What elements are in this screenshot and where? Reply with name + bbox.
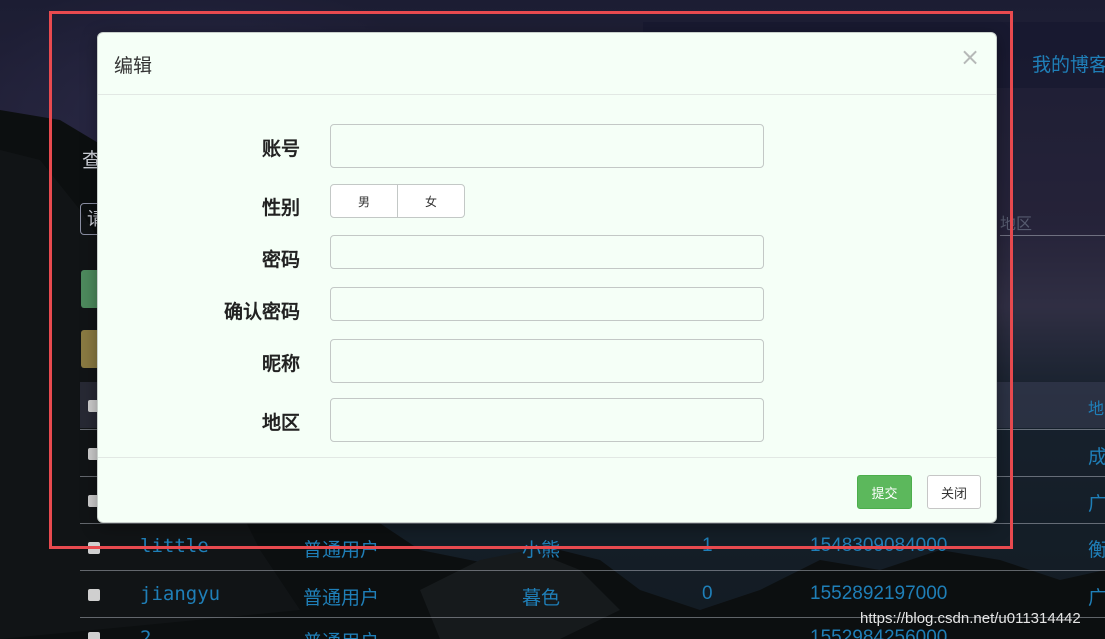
submit-button[interactable]: 提交: [857, 475, 912, 509]
cell-region: 成: [1088, 446, 1105, 468]
cell-id: 1552984256000: [810, 627, 948, 639]
cell-role: 普通用户: [303, 587, 380, 609]
gender-male-button[interactable]: 男: [331, 185, 397, 217]
password-input[interactable]: [330, 235, 764, 269]
cell-region: 广: [1088, 493, 1105, 515]
gender-female-button[interactable]: 女: [397, 185, 464, 217]
gender-toggle-group: 男 女: [330, 184, 465, 218]
gender-label: 性别: [261, 197, 300, 219]
cell-account: 2: [140, 627, 152, 639]
close-button[interactable]: 关闭: [927, 475, 981, 509]
account-label: 账号: [261, 138, 300, 160]
region-input[interactable]: [330, 398, 764, 442]
cell-nickname: 暮色: [522, 587, 561, 609]
nav-link-my-blog[interactable]: 我的博客: [1032, 50, 1105, 77]
confirm-password-label: 确认密码: [223, 301, 300, 323]
watermark-url: https://blog.csdn.net/u011314442: [860, 610, 1081, 627]
modal-header: 编辑 ×: [98, 33, 996, 95]
row-checkbox[interactable]: [88, 589, 100, 601]
divider: [1000, 235, 1105, 236]
modal-title: 编辑: [114, 55, 153, 77]
cell-id: 1552892197000: [810, 583, 948, 604]
confirm-password-input[interactable]: [330, 287, 764, 321]
table-header-region: 地: [1088, 399, 1105, 418]
cell-gender: 0: [702, 583, 713, 604]
cell-account: jiangyu: [140, 583, 221, 605]
cell-role: 普通用户: [303, 627, 379, 639]
nickname-label: 昵称: [261, 353, 300, 375]
edit-modal: 编辑 × 账号 性别 男 女 密码 确认密码 昵称 地区 提交 关闭: [97, 32, 997, 523]
cell-region: 衡: [1088, 539, 1105, 561]
close-icon[interactable]: ×: [960, 45, 980, 69]
password-label: 密码: [261, 249, 300, 271]
modal-footer: 提交 关闭: [98, 457, 996, 524]
row-divider: [80, 570, 1105, 571]
region-label: 地区: [261, 412, 300, 434]
nickname-input[interactable]: [330, 339, 764, 383]
cell-region: 广: [1088, 587, 1105, 609]
row-checkbox[interactable]: [88, 632, 100, 639]
account-input[interactable]: [330, 124, 764, 168]
